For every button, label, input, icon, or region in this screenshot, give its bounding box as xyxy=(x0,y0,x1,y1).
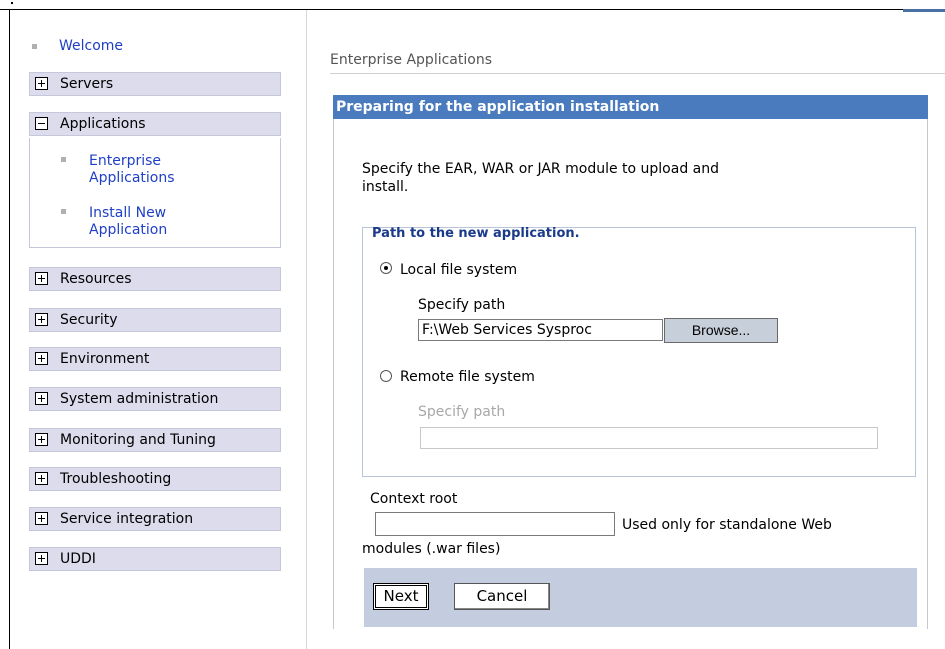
expand-icon[interactable] xyxy=(35,313,48,326)
nav-category-servers[interactable]: Servers xyxy=(29,72,281,96)
nav-link-enterprise-applications[interactable]: Enterprise Applications xyxy=(89,153,175,187)
local-specify-path-label: Specify path xyxy=(418,297,506,313)
corner-mark xyxy=(11,2,13,4)
cancel-button[interactable]: Cancel xyxy=(454,583,550,610)
page-breadcrumb: Enterprise Applications xyxy=(330,52,492,68)
expand-icon[interactable] xyxy=(35,472,48,485)
expand-icon[interactable] xyxy=(35,552,48,565)
nav-category-troubleshooting[interactable]: Troubleshooting xyxy=(29,467,281,491)
link-line: Application xyxy=(89,222,168,238)
context-root-note-continued: modules (.war files) xyxy=(362,541,501,557)
local-path-input[interactable]: F:\Web Services Sysproc xyxy=(418,319,663,341)
nav-category-system-administration[interactable]: System administration xyxy=(29,387,281,411)
nav-divider xyxy=(306,10,307,649)
expand-icon[interactable] xyxy=(35,77,48,90)
bullet-icon xyxy=(61,157,66,162)
remote-specify-path-label: Specify path xyxy=(418,404,506,420)
context-root-input[interactable] xyxy=(375,512,615,536)
nav-category-label: Environment xyxy=(60,351,150,367)
bullet-icon xyxy=(32,44,37,49)
browse-button[interactable]: Browse... xyxy=(664,318,778,343)
nav-link-welcome[interactable]: Welcome xyxy=(59,38,123,54)
nav-category-label: Monitoring and Tuning xyxy=(60,432,216,448)
link-line: Install New xyxy=(89,205,167,221)
remote-file-system-radio[interactable] xyxy=(380,370,392,382)
instructions-line: install. xyxy=(362,179,409,195)
top-border xyxy=(0,9,945,10)
remote-file-system-label[interactable]: Remote file system xyxy=(400,369,535,385)
expand-icon[interactable] xyxy=(35,433,48,446)
nav-link-install-new-application[interactable]: Install New Application xyxy=(89,205,167,239)
nav-category-label: System administration xyxy=(60,391,219,407)
local-file-system-radio[interactable] xyxy=(380,262,392,274)
panel-title: Preparing for the application installati… xyxy=(333,95,928,119)
nav-category-label: Security xyxy=(60,312,118,328)
next-button[interactable]: Next xyxy=(373,583,429,610)
action-bar xyxy=(364,568,917,627)
nav-category-resources[interactable]: Resources xyxy=(29,267,281,291)
link-line: Applications xyxy=(89,170,175,186)
nav-category-label: Servers xyxy=(60,76,114,92)
nav-category-label: Applications xyxy=(60,116,146,132)
context-root-label: Context root xyxy=(370,491,458,507)
remote-path-input[interactable] xyxy=(420,427,878,449)
nav-category-applications[interactable]: Applications xyxy=(29,112,281,136)
collapse-icon[interactable] xyxy=(35,117,48,130)
bullet-icon xyxy=(61,209,66,214)
instructions-line: Specify the EAR, WAR or JAR module to up… xyxy=(362,161,719,177)
link-line: Enterprise xyxy=(89,153,162,169)
expand-icon[interactable] xyxy=(35,512,48,525)
nav-category-security[interactable]: Security xyxy=(29,308,281,332)
nav-category-label: UDDI xyxy=(60,551,96,567)
nav-category-label: Troubleshooting xyxy=(60,471,172,487)
console-frame: Welcome Servers Applications Enterprise … xyxy=(0,0,945,649)
breadcrumb-divider xyxy=(330,73,945,74)
expand-icon[interactable] xyxy=(35,352,48,365)
left-border xyxy=(9,9,10,649)
nav-category-service-integration[interactable]: Service integration xyxy=(29,507,281,531)
context-root-note: Used only for standalone Web xyxy=(622,517,832,533)
local-file-system-label[interactable]: Local file system xyxy=(400,262,517,278)
expand-icon[interactable] xyxy=(35,272,48,285)
nav-category-label: Resources xyxy=(60,271,132,287)
fieldset-legend: Path to the new application. xyxy=(372,226,580,241)
nav-category-monitoring-and-tuning[interactable]: Monitoring and Tuning xyxy=(29,428,281,452)
instructions-text: Specify the EAR, WAR or JAR module to up… xyxy=(362,160,882,196)
nav-category-environment[interactable]: Environment xyxy=(29,347,281,371)
expand-icon[interactable] xyxy=(35,392,48,405)
nav-category-uddi[interactable]: UDDI xyxy=(29,547,281,571)
nav-category-label: Service integration xyxy=(60,511,194,527)
top-accent-bar xyxy=(903,9,945,12)
